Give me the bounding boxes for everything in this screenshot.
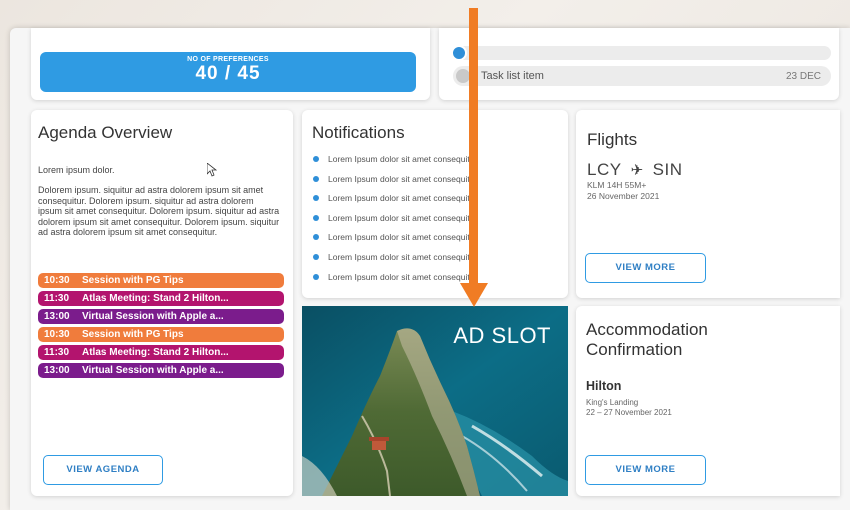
session-title: Virtual Session with Apple a... [82, 365, 224, 376]
session-title: Session with PG Tips [82, 275, 184, 286]
task-list-card: Task list item 23 DEC [439, 28, 839, 100]
ad-slot-label: AD SLOT [453, 323, 551, 348]
notification-item[interactable]: Lorem Ipsum dolor sit amet consequitur [312, 272, 477, 292]
flight-date: 26 November 2021 [587, 190, 660, 201]
hotel-dates: 22 – 27 November 2021 [586, 407, 672, 417]
preferences-card: NO OF PREFERENCES 40 / 45 [31, 28, 430, 100]
view-agenda-button[interactable]: VIEW AGENDA [43, 455, 163, 485]
ad-slot[interactable]: AD SLOT [302, 306, 568, 496]
agenda-body: Dolorem ipsum. siquitur ad astra dolorem… [38, 185, 280, 238]
task-checkbox[interactable] [456, 69, 470, 83]
notification-item[interactable]: Lorem Ipsum dolor sit amet consequitur [312, 154, 477, 174]
hotel-name: Hilton [586, 379, 622, 393]
session-item[interactable]: 10:30 Session with PG Tips [38, 273, 284, 288]
bullet-icon [313, 234, 319, 241]
agenda-intro: Lorem ipsum dolor. [38, 165, 115, 175]
accommodation-title-line2: Confirmation [586, 340, 683, 359]
notifications-card: Notifications Lorem Ipsum dolor sit amet… [302, 110, 568, 298]
flight-destination: SIN [652, 160, 683, 179]
flight-details: KLM 14H 55M+ 26 November 2021 [587, 180, 659, 201]
notification-item[interactable]: Lorem Ipsum dolor sit amet consequitur [312, 232, 477, 252]
notification-text: Lorem Ipsum dolor sit amet consequitur [328, 212, 478, 223]
task-text: Task list item [481, 70, 544, 82]
session-title: Session with PG Tips [82, 329, 184, 340]
flights-card: Flights LCY ✈ SIN KLM 14H 55M+ 26 November… [576, 110, 840, 298]
session-title: Virtual Session with Apple a... [82, 311, 224, 322]
flights-title: Flights [587, 130, 638, 149]
hotel-location: King's Landing [586, 398, 639, 407]
notification-item[interactable]: Lorem Ipsum dolor sit amet consequitur [312, 213, 477, 233]
notification-list: Lorem Ipsum dolor sit amet consequitur L… [312, 154, 477, 291]
accommodation-view-more-button[interactable]: VIEW MORE [585, 455, 706, 485]
notification-text: Lorem Ipsum dolor sit amet consequitur [328, 232, 478, 243]
session-item[interactable]: 13:00 Virtual Session with Apple a... [38, 309, 284, 324]
notification-text: Lorem Ipsum dolor sit amet consequitur [328, 271, 478, 282]
task-list-item-partial[interactable] [453, 46, 831, 60]
session-title: Atlas Meeting: Stand 2 Hilton... [82, 293, 229, 304]
plane-icon: ✈ [630, 162, 644, 179]
accommodation-card: Accommodation Confirmation Hilton King's… [576, 306, 840, 496]
session-title: Atlas Meeting: Stand 2 Hilton... [82, 347, 229, 358]
session-list: 10:30 Session with PG Tips 11:30 Atlas Mee… [38, 273, 284, 381]
session-time: 11:30 [44, 293, 70, 304]
session-item[interactable]: 13:00 Virtual Session with Apple a... [38, 363, 284, 378]
check-circle-icon[interactable] [451, 45, 467, 61]
notification-text: Lorem Ipsum dolor sit amet consequitur [328, 154, 478, 164]
accommodation-title: Accommodation Confirmation [586, 320, 708, 360]
mouse-cursor-icon [207, 163, 217, 177]
session-item[interactable]: 11:30 Atlas Meeting: Stand 2 Hilton... [38, 345, 284, 360]
notification-text: Lorem Ipsum dolor sit amet consequitur [328, 193, 478, 204]
session-time: 10:30 [44, 329, 70, 340]
agenda-overview-card: Agenda Overview Lorem ipsum dolor. Dolor… [31, 110, 293, 496]
bullet-icon [313, 156, 319, 162]
agenda-title: Agenda Overview [38, 123, 173, 142]
session-item[interactable]: 11:30 Atlas Meeting: Stand 2 Hilton... [38, 291, 284, 306]
flights-view-more-button[interactable]: VIEW MORE [585, 253, 706, 283]
task-list-item[interactable]: Task list item 23 DEC [453, 66, 831, 86]
bullet-icon [313, 253, 319, 260]
flight-route: LCY ✈ SIN [587, 160, 683, 180]
notifications-title: Notifications [312, 123, 405, 142]
notification-text: Lorem Ipsum dolor sit amet consequitur [328, 173, 478, 184]
preferences-label: NO OF PREFERENCES [187, 56, 269, 63]
bullet-icon [313, 195, 319, 202]
session-time: 13:00 [44, 365, 70, 376]
hotel-details: King's Landing 22 – 27 November 2021 [586, 398, 672, 417]
session-item[interactable]: 10:30 Session with PG Tips [38, 327, 284, 342]
bullet-icon [313, 214, 319, 221]
accommodation-title-line1: Accommodation [586, 320, 708, 339]
bullet-icon [313, 273, 319, 280]
session-time: 13:00 [44, 311, 70, 322]
flight-origin: LCY [587, 160, 622, 179]
annotation-arrow-head [460, 283, 488, 307]
task-date: 23 DEC [785, 71, 821, 82]
annotation-arrow-shaft [469, 8, 478, 288]
notification-item[interactable]: Lorem Ipsum dolor sit amet consequitur [312, 252, 477, 272]
notification-item[interactable]: Lorem Ipsum dolor sit amet consequitur [312, 174, 477, 194]
preferences-counter[interactable]: NO OF PREFERENCES 40 / 45 [40, 52, 416, 92]
session-time: 10:30 [44, 275, 70, 286]
session-time: 11:30 [44, 347, 70, 358]
preferences-value: 40 / 45 [195, 63, 261, 84]
notification-item[interactable]: Lorem Ipsum dolor sit amet consequitur [312, 193, 477, 213]
flight-duration: KLM 14H 55M+ [587, 180, 647, 190]
bullet-icon [313, 175, 319, 182]
notification-text: Lorem Ipsum dolor sit amet consequitur [328, 251, 478, 262]
